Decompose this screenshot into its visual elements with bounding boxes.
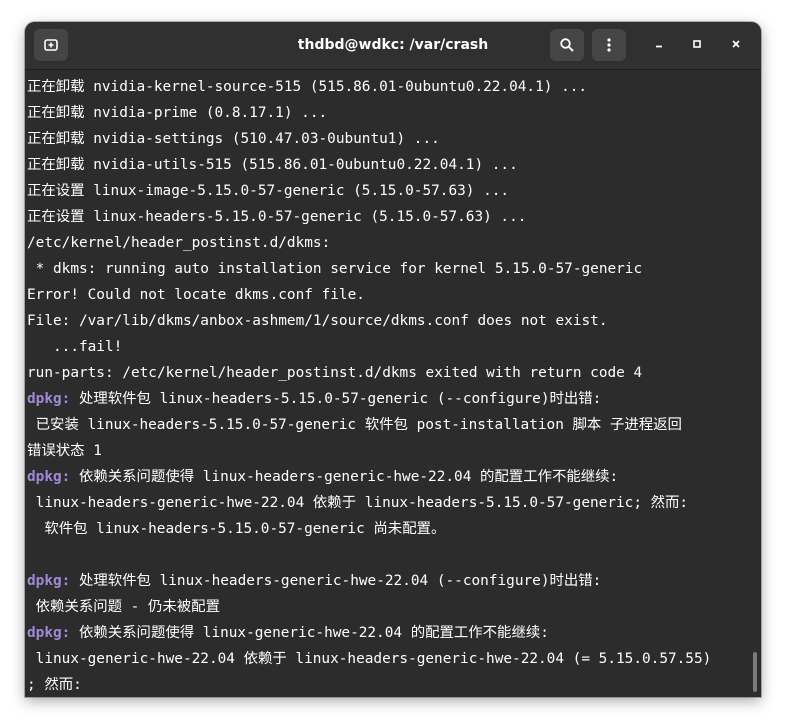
terminal-line: 软件包 linux-headers-5.15.0-57-generic 尚未配置… bbox=[27, 516, 749, 542]
dpkg-tag: dpkg: bbox=[27, 469, 71, 485]
terminal-line-text: 正在卸载 nvidia-kernel-source-515 (515.86.01… bbox=[27, 79, 588, 95]
terminal-line-text: * dkms: running auto installation servic… bbox=[27, 261, 643, 277]
dpkg-tag: dpkg: bbox=[27, 573, 71, 589]
search-icon bbox=[559, 37, 575, 53]
terminal-line-text: 依赖关系问题 - 仍未被配置 bbox=[27, 599, 220, 615]
terminal-line-text: 正在设置 linux-headers-5.15.0-57-generic (5.… bbox=[27, 209, 527, 225]
terminal-line: 正在卸载 nvidia-kernel-source-515 (515.86.01… bbox=[27, 74, 749, 100]
terminal-line-text: 依赖关系问题使得 linux-headers-generic-hwe-22.04… bbox=[70, 469, 619, 485]
header-bar: thdbd@wdkc: /var/crash bbox=[25, 22, 761, 70]
terminal-line-text: 处理软件包 linux-headers-generic-hwe-22.04 (-… bbox=[70, 573, 602, 589]
terminal-lines: 正在卸载 nvidia-kernel-source-515 (515.86.01… bbox=[27, 74, 749, 697]
terminal-window: thdbd@wdkc: /var/crash 正在卸载 nvidia-kerne… bbox=[25, 22, 761, 697]
window-title: thdbd@wdkc: /var/crash bbox=[297, 37, 489, 53]
terminal-line-text: File: /var/lib/dkms/anbox-ashmem/1/sourc… bbox=[27, 313, 608, 329]
search-button[interactable] bbox=[550, 29, 584, 61]
terminal-line-text: 已安装 linux-headers-5.15.0-57-generic 软件包 … bbox=[27, 417, 682, 433]
new-tab-button[interactable] bbox=[34, 29, 68, 61]
close-icon bbox=[730, 37, 742, 55]
terminal-line-text: ; 然而: bbox=[27, 677, 82, 693]
terminal-line: dpkg: 依赖关系问题使得 linux-headers-generic-hwe… bbox=[27, 464, 749, 490]
terminal-line-text: run-parts: /etc/kernel/header_postinst.d… bbox=[27, 365, 643, 381]
terminal-line: linux-generic-hwe-22.04 依赖于 linux-header… bbox=[27, 646, 749, 672]
dpkg-tag: dpkg: bbox=[27, 391, 71, 407]
terminal-line: run-parts: /etc/kernel/header_postinst.d… bbox=[27, 360, 749, 386]
terminal-line-text: ...fail! bbox=[27, 339, 123, 355]
terminal-line: ...fail! bbox=[27, 334, 749, 360]
terminal-line: dpkg: 处理软件包 linux-headers-5.15.0-57-gene… bbox=[27, 386, 749, 412]
terminal-line: dpkg: 处理软件包 linux-headers-generic-hwe-22… bbox=[27, 568, 749, 594]
terminal-line: dpkg: 依赖关系问题使得 linux-generic-hwe-22.04 的… bbox=[27, 620, 749, 646]
terminal-line: 已安装 linux-headers-5.15.0-57-generic 软件包 … bbox=[27, 412, 749, 438]
terminal-line-text: 正在卸载 nvidia-utils-515 (515.86.01-0ubuntu… bbox=[27, 157, 518, 173]
close-button[interactable] bbox=[724, 34, 748, 58]
minimize-button[interactable] bbox=[647, 34, 671, 58]
menu-button[interactable] bbox=[592, 29, 626, 61]
terminal-line-text: 错误状态 1 bbox=[27, 443, 102, 459]
terminal-output[interactable]: 正在卸载 nvidia-kernel-source-515 (515.86.01… bbox=[25, 70, 761, 697]
scrollbar[interactable] bbox=[753, 652, 757, 692]
terminal-line: 依赖关系问题 - 仍未被配置 bbox=[27, 594, 749, 620]
maximize-button[interactable] bbox=[685, 34, 709, 58]
terminal-line: /etc/kernel/header_postinst.d/dkms: bbox=[27, 230, 749, 256]
terminal-line-text: 处理软件包 linux-headers-5.15.0-57-generic (-… bbox=[70, 391, 602, 407]
terminal-line: 正在设置 linux-headers-5.15.0-57-generic (5.… bbox=[27, 204, 749, 230]
terminal-line: linux-headers-generic-hwe-22.04 依赖于 linu… bbox=[27, 490, 749, 516]
terminal-line-text: 正在卸载 nvidia-settings (510.47.03-0ubuntu1… bbox=[27, 131, 440, 147]
terminal-line: * dkms: running auto installation servic… bbox=[27, 256, 749, 282]
terminal-line-text: Error! Could not locate dkms.conf file. bbox=[27, 287, 365, 303]
terminal-line-text: linux-generic-hwe-22.04 依赖于 linux-header… bbox=[27, 651, 712, 667]
terminal-line: 正在卸载 nvidia-settings (510.47.03-0ubuntu1… bbox=[27, 126, 749, 152]
terminal-line-text: 正在设置 linux-image-5.15.0-57-generic (5.15… bbox=[27, 183, 510, 199]
terminal-line-text: 正在卸载 nvidia-prime (0.8.17.1) ... bbox=[27, 105, 328, 121]
terminal-line-text: /etc/kernel/header_postinst.d/dkms: bbox=[27, 235, 331, 251]
terminal-line-text: linux-headers-generic-hwe-22.04 依赖于 linu… bbox=[27, 495, 689, 511]
maximize-icon bbox=[691, 37, 703, 55]
dpkg-tag: dpkg: bbox=[27, 625, 71, 641]
terminal-line: Error! Could not locate dkms.conf file. bbox=[27, 282, 749, 308]
terminal-line: ; 然而: bbox=[27, 672, 749, 697]
terminal-line-text: 软件包 linux-headers-5.15.0-57-generic 尚未配置… bbox=[27, 521, 446, 537]
terminal-line: 错误状态 1 bbox=[27, 438, 749, 464]
terminal-line: File: /var/lib/dkms/anbox-ashmem/1/sourc… bbox=[27, 308, 749, 334]
kebab-menu-icon bbox=[601, 37, 617, 53]
terminal-line: 正在卸载 nvidia-utils-515 (515.86.01-0ubuntu… bbox=[27, 152, 749, 178]
terminal-line-text: 依赖关系问题使得 linux-generic-hwe-22.04 的配置工作不能… bbox=[70, 625, 549, 641]
terminal-line: 正在卸载 nvidia-prime (0.8.17.1) ... bbox=[27, 100, 749, 126]
terminal-line: 正在设置 linux-image-5.15.0-57-generic (5.15… bbox=[27, 178, 749, 204]
minimize-icon bbox=[653, 37, 665, 55]
new-tab-icon bbox=[43, 37, 59, 53]
